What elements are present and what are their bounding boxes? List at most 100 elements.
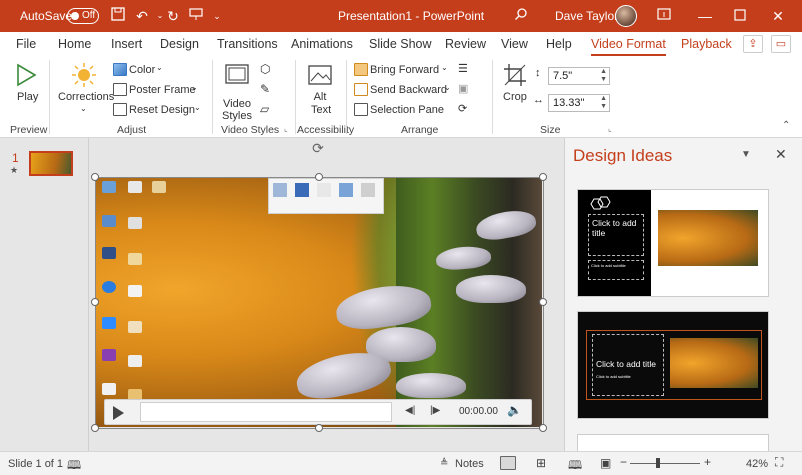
slide-thumbnail[interactable] bbox=[29, 151, 73, 176]
zoom-slider[interactable] bbox=[630, 463, 700, 464]
send-backward-label: Send Backward bbox=[370, 84, 448, 96]
avatar[interactable] bbox=[615, 5, 637, 27]
user-name: Dave Taylor bbox=[555, 9, 619, 23]
share-icon[interactable]: ⇪ bbox=[743, 35, 763, 53]
resize-handle[interactable] bbox=[315, 424, 323, 432]
tab-video-format[interactable]: Video Format bbox=[591, 37, 666, 56]
reset-design-label: Reset Design bbox=[129, 104, 196, 116]
video-border-icon[interactable]: ✎ bbox=[260, 82, 270, 96]
corrections-dropdown-icon: ⌄ bbox=[80, 104, 87, 113]
rotate-handle-icon[interactable]: ⟳ bbox=[310, 140, 326, 156]
minimize-icon[interactable]: — bbox=[696, 7, 714, 25]
tab-view[interactable]: View bbox=[501, 37, 528, 51]
tab-design[interactable]: Design bbox=[160, 37, 199, 51]
video-styles-launcher-icon[interactable]: ⌞ bbox=[284, 124, 288, 133]
idea1-title: Click to add title bbox=[588, 214, 644, 256]
separator bbox=[492, 60, 493, 134]
tab-playback[interactable]: Playback bbox=[681, 37, 732, 51]
group-size: Size bbox=[540, 124, 561, 136]
sun-icon bbox=[72, 63, 96, 87]
accessibility-check-icon[interactable]: 🕮 bbox=[67, 456, 81, 475]
slide-thumbnails: 1 ★ bbox=[0, 138, 88, 451]
ribbon-display-icon[interactable] bbox=[655, 7, 673, 25]
poster-frame-label: Poster Frame bbox=[129, 84, 196, 96]
autosave-state: Off bbox=[82, 10, 96, 21]
autosave-toggle[interactable]: Off bbox=[67, 8, 99, 24]
reading-view-icon[interactable]: 🕮 bbox=[568, 456, 582, 475]
zoom-out-icon[interactable]: − bbox=[620, 455, 627, 469]
video-shape-icon[interactable]: ⬡ bbox=[260, 62, 270, 76]
width-field[interactable]: 13.33" ▲ ▼ bbox=[548, 94, 610, 112]
tab-help[interactable]: Help bbox=[546, 37, 572, 51]
rotate-icon[interactable]: ⟳ bbox=[458, 102, 467, 115]
tab-file[interactable]: File bbox=[16, 37, 36, 51]
separator bbox=[212, 60, 213, 134]
start-from-beginning-icon[interactable] bbox=[187, 7, 205, 25]
tab-transitions[interactable]: Transitions bbox=[217, 37, 278, 51]
video-styles-label: Video Styles bbox=[222, 98, 252, 122]
save-icon[interactable] bbox=[109, 7, 127, 25]
redo-icon[interactable]: ↻ bbox=[164, 7, 182, 25]
separator bbox=[346, 60, 347, 134]
crop-icon bbox=[504, 64, 526, 86]
poster-frame-icon bbox=[113, 83, 127, 96]
tab-animations[interactable]: Animations bbox=[291, 37, 353, 51]
pane-close-icon[interactable]: ✕ bbox=[775, 146, 787, 163]
tab-home[interactable]: Home bbox=[58, 37, 91, 51]
design-idea-2[interactable]: Click to add title Click to add subtitle bbox=[577, 311, 769, 419]
pane-options-icon[interactable]: ▼ bbox=[741, 149, 751, 160]
search-icon[interactable] bbox=[512, 7, 530, 25]
design-idea-1[interactable]: Click to add title Click to add subtitle bbox=[577, 189, 769, 297]
align-icon[interactable]: ☰ bbox=[458, 62, 468, 75]
group-icon: ▣ bbox=[458, 83, 469, 95]
group-preview: Preview bbox=[10, 124, 48, 136]
zoom-slider-thumb[interactable] bbox=[656, 458, 660, 468]
poster-frame-dropdown-icon: ⌄ bbox=[191, 83, 198, 92]
customize-toolbar-icon[interactable]: ⌄ bbox=[208, 7, 226, 25]
selection-pane-label: Selection Pane bbox=[370, 104, 444, 116]
reset-design-icon bbox=[113, 103, 127, 116]
ribbon-tabs: File Home Insert Design Transitions Anim… bbox=[0, 32, 802, 56]
design-ideas-pane: Design Ideas ▼ ✕ Click to add title Clic… bbox=[564, 138, 802, 454]
slide-show-icon[interactable]: ▣ bbox=[600, 456, 611, 470]
size-launcher-icon[interactable]: ⌞ bbox=[608, 124, 612, 133]
resize-handle[interactable] bbox=[315, 173, 323, 181]
resize-handle[interactable] bbox=[539, 424, 547, 432]
resize-handle[interactable] bbox=[91, 298, 99, 306]
height-field[interactable]: 7.5" ▲ ▼ bbox=[548, 67, 610, 85]
hexagon-decoration-icon bbox=[590, 196, 611, 210]
resize-handle[interactable] bbox=[539, 173, 547, 181]
resize-handle[interactable] bbox=[539, 298, 547, 306]
height-spinner-icon[interactable]: ▲ ▼ bbox=[600, 68, 607, 84]
send-backward-dropdown-icon: ⌄ bbox=[444, 83, 451, 92]
tab-slide-show[interactable]: Slide Show bbox=[369, 37, 432, 51]
comments-icon[interactable]: ▭ bbox=[771, 35, 791, 53]
status-bar: Slide 1 of 1 🕮 ≜ Notes ⊞ 🕮 ▣ − + 42% ⛶ bbox=[0, 451, 802, 475]
separator bbox=[295, 60, 296, 134]
reset-design-dropdown-icon: ⌄ bbox=[194, 103, 201, 112]
zoom-in-icon[interactable]: + bbox=[704, 455, 711, 469]
idea1-video-preview bbox=[658, 210, 758, 266]
collapse-ribbon-icon[interactable]: ⌃ bbox=[782, 120, 790, 131]
design-ideas-title: Design Ideas bbox=[573, 146, 673, 165]
height-icon: ↕ bbox=[535, 67, 541, 79]
tab-insert[interactable]: Insert bbox=[111, 37, 142, 51]
color-dropdown-icon: ⌄ bbox=[156, 63, 163, 72]
tab-review[interactable]: Review bbox=[445, 37, 486, 51]
slide-sorter-icon[interactable]: ⊞ bbox=[536, 456, 546, 470]
close-icon[interactable]: ✕ bbox=[769, 7, 787, 25]
notes-icon: ≜ bbox=[440, 458, 449, 469]
resize-handle[interactable] bbox=[91, 424, 99, 432]
title-bar: AutoSave Off ↶ ⌄ ↻ ⌄ Presentation1 - Pow… bbox=[0, 0, 802, 32]
corrections-label: Corrections bbox=[58, 91, 115, 103]
normal-view-icon[interactable] bbox=[500, 456, 516, 470]
resize-handle[interactable] bbox=[91, 173, 99, 181]
maximize-icon[interactable] bbox=[731, 7, 749, 25]
bring-forward-label: Bring Forward bbox=[370, 64, 440, 76]
play-label: Play bbox=[17, 91, 39, 103]
fit-to-window-icon[interactable]: ⛶ bbox=[775, 455, 783, 470]
video-effects-icon[interactable]: ▱ bbox=[260, 102, 269, 116]
width-spinner-icon[interactable]: ▲ ▼ bbox=[600, 95, 607, 111]
undo-icon[interactable]: ↶ bbox=[133, 7, 151, 25]
zoom-level[interactable]: 42% bbox=[746, 458, 768, 470]
